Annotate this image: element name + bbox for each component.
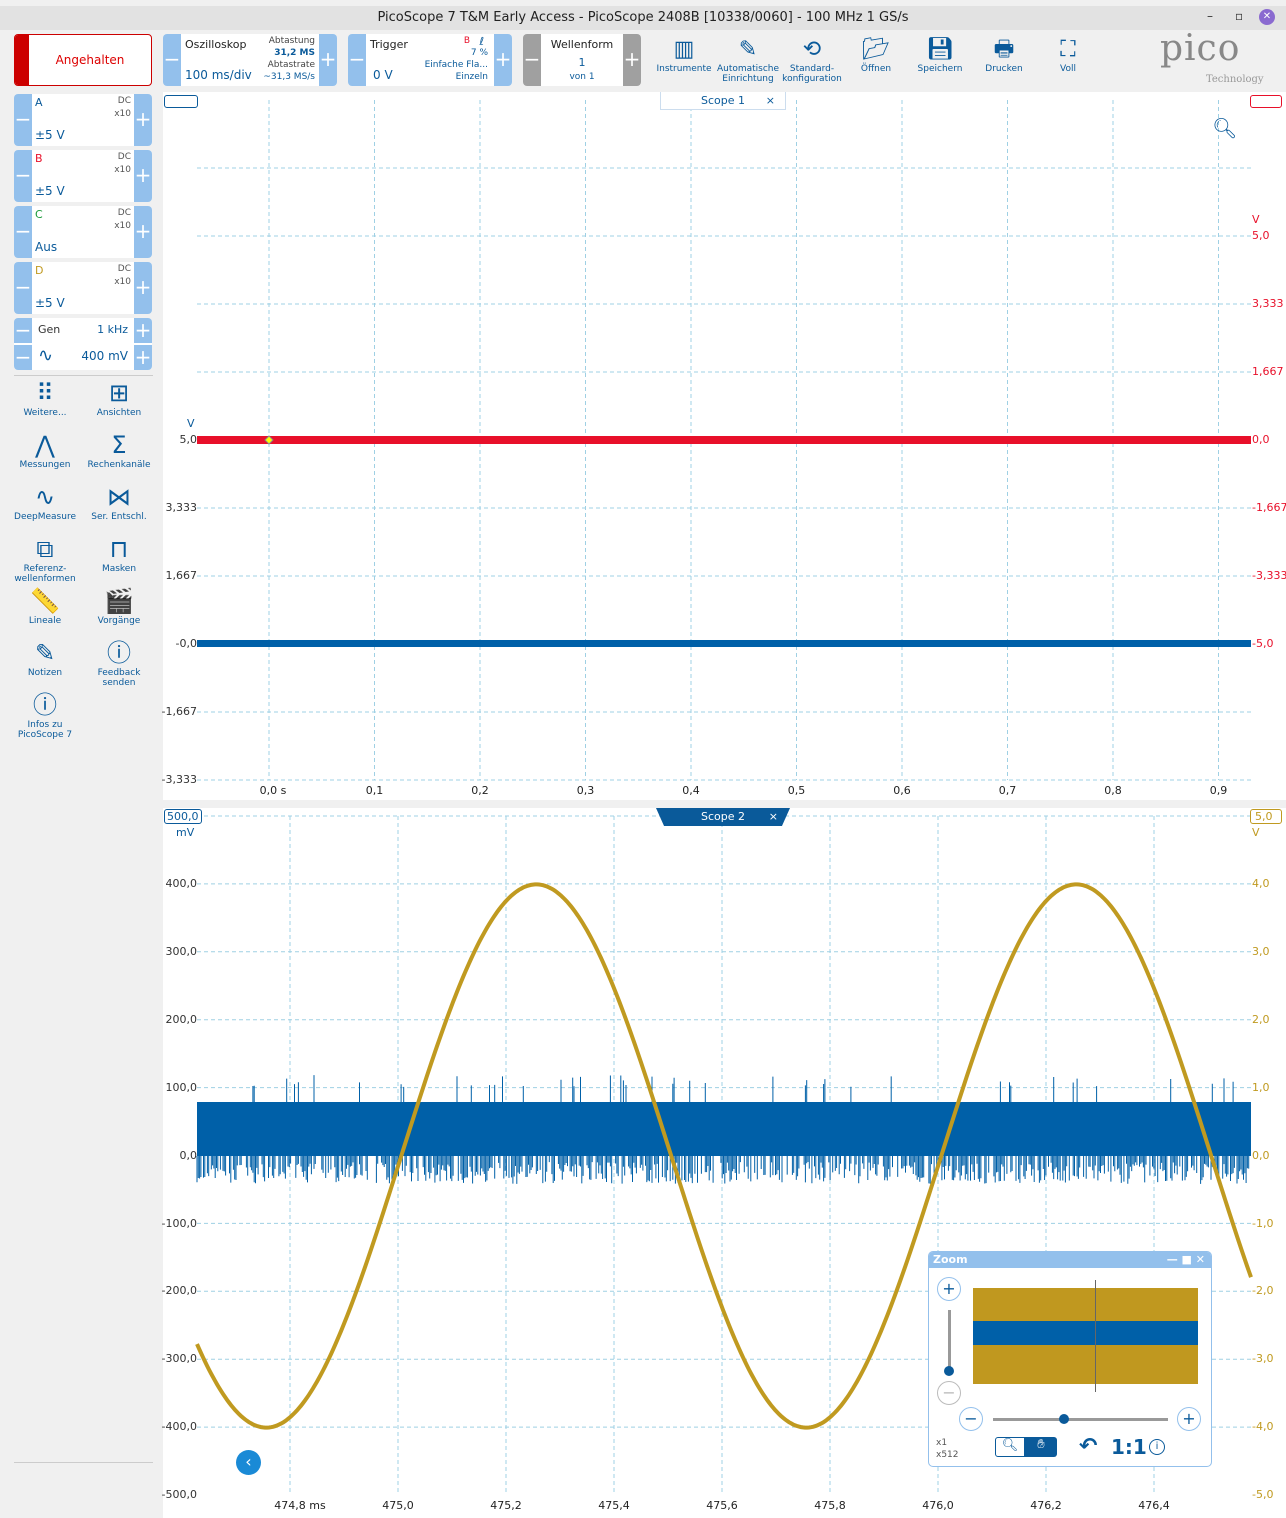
right-axis-tick: 3,333 bbox=[1252, 297, 1284, 310]
y-axis-tick: 5,0 bbox=[179, 433, 198, 446]
close-tab-icon[interactable]: × bbox=[766, 92, 775, 110]
undo-zoom-icon[interactable]: ↶ bbox=[1079, 1434, 1097, 1459]
y-axis-tick: -0,0 bbox=[175, 637, 197, 650]
zoom-level-x: x1 bbox=[936, 1438, 948, 1448]
x-axis-tick: 0,8 bbox=[1104, 784, 1122, 797]
right-axis-tick: -3,0 bbox=[1252, 1352, 1274, 1366]
x-axis-tick: 0,4 bbox=[682, 784, 700, 797]
y-axis-tick: 0,0 bbox=[179, 1148, 198, 1162]
y-axis-tick: -100,0 bbox=[161, 1216, 197, 1230]
horizontal-zoom-thumb[interactable] bbox=[1059, 1414, 1069, 1424]
x-axis-tick: 475,4 bbox=[598, 1499, 630, 1512]
right-axis-tick: 0,0 bbox=[1252, 1148, 1270, 1162]
y-axis-tick: 1,667 bbox=[165, 569, 198, 582]
trace-channel-b bbox=[197, 436, 1251, 444]
right-axis-tick: -1,667 bbox=[1252, 501, 1286, 514]
tab-label: Scope 1 bbox=[700, 94, 745, 107]
chevron-left-icon[interactable]: ‹ bbox=[236, 1450, 261, 1475]
right-axis-tick: 0,0 bbox=[1252, 433, 1270, 446]
x-axis-tick: 476,0 bbox=[922, 1499, 954, 1512]
x-axis-tick: 475,0 bbox=[382, 1499, 414, 1512]
tab-scope2[interactable]: Scope 2 × bbox=[656, 808, 790, 826]
y-axis-tick: 300,0 bbox=[165, 944, 198, 958]
right-axis-tick: -4,0 bbox=[1252, 1420, 1274, 1434]
tab-scope1[interactable]: Scope 1 × bbox=[660, 92, 786, 110]
zoom-title: Zoom bbox=[933, 1253, 968, 1266]
y-axis-tick: -3,333 bbox=[161, 773, 197, 786]
right-axis-unit: V bbox=[1252, 213, 1260, 226]
y-axis-tick: 400,0 bbox=[165, 877, 198, 890]
right-axis-tick: -5,0 bbox=[1252, 1488, 1274, 1502]
x-axis-tick: 0,0 s bbox=[259, 784, 287, 797]
channel-d-scale-marker[interactable]: 5,0 bbox=[1250, 809, 1282, 824]
x-axis-tick: 0,7 bbox=[998, 784, 1017, 797]
x-axis-tick: 0,2 bbox=[471, 784, 489, 797]
x-axis-tick: 0,9 bbox=[1209, 784, 1228, 797]
trace-channel-a bbox=[197, 1102, 1251, 1156]
right-axis-tick: -3,333 bbox=[1252, 569, 1286, 582]
y-axis-tick: 3,333 bbox=[165, 501, 198, 514]
zoom-in-horizontal-button[interactable]: + bbox=[1177, 1407, 1201, 1431]
vertical-zoom-slider[interactable] bbox=[948, 1310, 951, 1370]
zoom-magnifier-icon[interactable]: 🔍︎ bbox=[1212, 116, 1237, 140]
y-axis-tick: 100,0 bbox=[165, 1080, 198, 1094]
zoom-level-y: x512 bbox=[936, 1450, 959, 1460]
right-axis-tick: 2,0 bbox=[1252, 1012, 1270, 1026]
close-tab-icon[interactable]: × bbox=[769, 808, 778, 826]
right-axis-tick: 4,0 bbox=[1252, 877, 1270, 890]
reset-zoom-button[interactable]: 1:1 bbox=[1111, 1435, 1147, 1459]
zoom-tool-icon[interactable]: 🔍︎ bbox=[995, 1437, 1025, 1457]
right-axis-tick: -5,0 bbox=[1252, 637, 1274, 650]
right-axis-tick: 3,0 bbox=[1252, 944, 1270, 958]
x-axis-tick: 476,4 bbox=[1138, 1499, 1170, 1512]
y-axis-tick: -1,667 bbox=[161, 705, 197, 718]
y-axis-tick: -300,0 bbox=[161, 1352, 197, 1366]
x-axis-tick: 0,5 bbox=[787, 784, 806, 797]
trace-channel-a bbox=[197, 640, 1251, 647]
channel-b-offset-handle[interactable] bbox=[1250, 95, 1282, 108]
vertical-zoom-thumb[interactable] bbox=[944, 1366, 954, 1376]
zoom-out-horizontal-button[interactable]: − bbox=[959, 1407, 983, 1431]
y-axis-tick: -400,0 bbox=[161, 1420, 197, 1434]
x-axis-tick: 475,8 bbox=[814, 1499, 846, 1512]
zoom-panel: Zoom — ■ ✕ + − − + x1 x512 🔍︎ ✋︎ ↶ 1:1 i bbox=[928, 1251, 1212, 1467]
x-axis-tick: 0,3 bbox=[576, 784, 595, 797]
zoom-panel-title: Zoom — ■ ✕ bbox=[929, 1252, 1211, 1268]
tab-label: Scope 2 bbox=[700, 810, 745, 823]
channel-a-scale-marker[interactable]: 500,0 bbox=[164, 809, 202, 824]
channel-a-offset-handle[interactable] bbox=[164, 95, 198, 108]
right-axis-tick: 1,667 bbox=[1252, 365, 1284, 378]
zoom-out-vertical-button[interactable]: − bbox=[937, 1381, 961, 1405]
right-axis-unit: V bbox=[1252, 826, 1260, 839]
right-axis-tick: 1,0 bbox=[1252, 1080, 1270, 1094]
x-axis-tick: 475,6 bbox=[706, 1499, 738, 1512]
right-axis-tick: -1,0 bbox=[1252, 1216, 1274, 1230]
right-axis-tick: 5,0 bbox=[1252, 229, 1270, 242]
y-axis-tick: -200,0 bbox=[161, 1284, 197, 1298]
y-axis-unit: V bbox=[187, 417, 195, 430]
x-axis-tick: 475,2 bbox=[490, 1499, 522, 1512]
x-axis-tick: 0,6 bbox=[893, 784, 911, 797]
y-axis-unit: mV bbox=[176, 826, 195, 839]
x-axis-tick: 0,1 bbox=[365, 784, 384, 797]
info-icon[interactable]: i bbox=[1149, 1439, 1165, 1455]
pan-hand-icon[interactable]: ✋︎ bbox=[1025, 1437, 1057, 1457]
x-axis-tick: 474,8 ms bbox=[274, 1499, 326, 1512]
panel-window-buttons[interactable]: — ■ ✕ bbox=[1167, 1252, 1205, 1268]
y-axis-tick: 200,0 bbox=[165, 1012, 198, 1026]
y-axis-tick: -500,0 bbox=[161, 1488, 197, 1502]
zoom-in-vertical-button[interactable]: + bbox=[937, 1277, 961, 1301]
x-axis-tick: 476,2 bbox=[1030, 1499, 1062, 1512]
right-axis-tick: -2,0 bbox=[1252, 1284, 1274, 1298]
horizontal-zoom-slider[interactable] bbox=[993, 1418, 1168, 1421]
zoom-overview[interactable] bbox=[973, 1280, 1198, 1392]
